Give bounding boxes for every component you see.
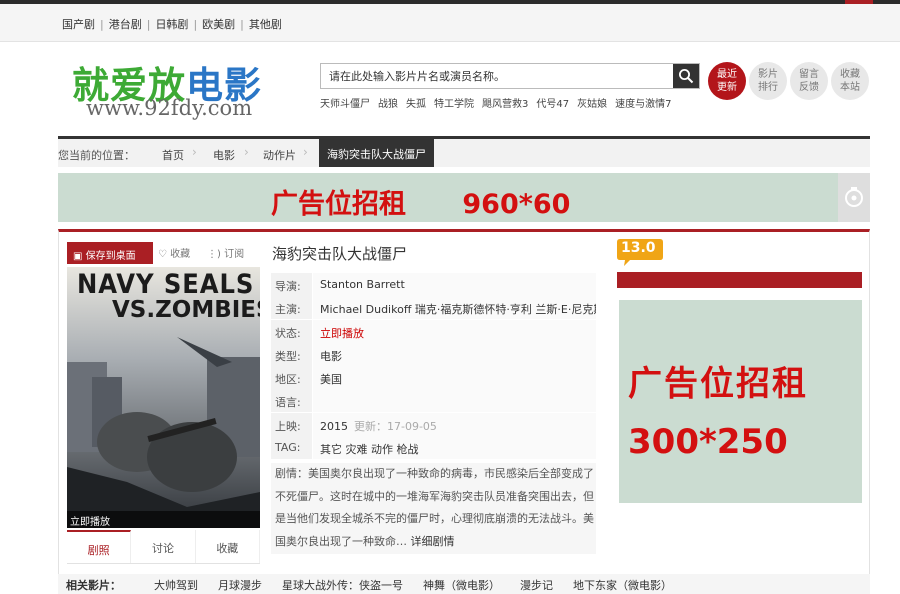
movie-title: 海豹突击队大战僵尸 (272, 245, 408, 263)
score-badge: 13.0 (616, 237, 664, 266)
hotword-link[interactable]: 天师斗僵尸 (320, 95, 370, 110)
related-movies-bar: 相关影片： 大帅驾到 月球漫步 星球大战外传：侠盗一号 神舞（微电影） 漫步记 … (58, 574, 870, 594)
related-movie-link[interactable]: 大帅驾到 (154, 577, 198, 593)
save-to-desktop-button[interactable]: ▣ 保存到桌面 (67, 242, 153, 264)
hotword-link[interactable]: 灰姑娘 (577, 95, 607, 110)
nav-item-hk-tw-drama[interactable]: 港台剧 | (109, 16, 156, 32)
hotword-link[interactable]: 特工学院 (434, 95, 474, 110)
update-date: 更新：17-09-05 (354, 419, 437, 433)
tab-collect[interactable]: 收藏 (196, 530, 260, 563)
breadcrumb-current: 海豹突击队大战僵尸 (319, 139, 434, 167)
nav-separator: | (146, 18, 151, 31)
breadcrumb: 您当前的位置： 首页 › 电影 › 动作片 › 海豹突击队大战僵尸 (58, 136, 870, 167)
related-label: 相关影片： (66, 579, 121, 592)
nav-item-jp-kr-drama[interactable]: 日韩剧 | (155, 16, 202, 32)
search-icon (679, 69, 694, 84)
info-row-type: 类型: 电影 (271, 342, 596, 367)
movie-plot: 剧情：美国奥尔良出现了一种致命的病毒，市民感染后全部变成了不死僵尸。这时在城中的… (271, 463, 596, 554)
related-movie-link[interactable]: 月球漫步 (218, 577, 262, 593)
bookmark-site-button[interactable]: 收藏 本站 (831, 62, 869, 100)
chevron-right-icon: › (192, 145, 197, 159)
movie-poster[interactable]: NAVY SEALS VS.ZOMBIES 立即播放 (67, 267, 260, 528)
breadcrumb-lead: 您当前的位置： (58, 149, 135, 162)
hotword-link[interactable]: 代号47 (536, 95, 569, 110)
heart-icon: ♡ (158, 249, 167, 260)
collect-button[interactable]: ♡ 收藏 (158, 245, 190, 260)
search-input[interactable] (321, 64, 673, 88)
nav-separator: | (240, 18, 244, 31)
play-now-link[interactable]: 立即播放 (313, 319, 596, 343)
hotword-link[interactable]: 飓风营救3 (482, 95, 528, 110)
info-row-cast: 主演: Michael Dudikoff 瑞克·福克斯德怀特·亨利 兰斯·E·尼克… (271, 296, 596, 320)
info-row-director: 导演: Stanton Barrett (271, 273, 596, 297)
site-logo[interactable]: 就爱放电影 www.92fdy.com (72, 55, 272, 125)
nav-item-domestic-drama[interactable]: 国产剧 | (62, 16, 109, 32)
hotword-link[interactable]: 失孤 (406, 95, 426, 110)
score-bar (617, 272, 862, 288)
related-movie-link[interactable]: 神舞（微电影） (423, 577, 500, 593)
feedback-button[interactable]: 留言 反馈 (790, 62, 828, 100)
chevron-right-icon: › (303, 145, 308, 159)
poster-title-line1: NAVY SEALS (77, 269, 255, 300)
breadcrumb-home[interactable]: 首页 (162, 147, 184, 163)
info-row-status: 状态: 立即播放 (271, 319, 596, 343)
breadcrumb-action[interactable]: 动作片 (263, 147, 296, 163)
top-category-nav: 国产剧 | 港台剧 | 日韩剧 | 欧美剧 | 其他剧 (0, 4, 900, 42)
movie-ranking-button[interactable]: 影片 排行 (749, 62, 787, 100)
logo-url: www.92fdy.com (86, 96, 253, 120)
related-movie-link[interactable]: 漫步记 (520, 577, 553, 593)
poster-play-label[interactable]: 立即播放 (67, 511, 260, 528)
nav-item-other-drama[interactable]: 其他剧 (249, 16, 282, 32)
ad-banner-top[interactable]: 广告位招租 960*60 (58, 173, 838, 222)
poster-tabs: 剧照 讨论 收藏 (67, 530, 260, 564)
info-row-language: 语言: (271, 389, 596, 413)
breadcrumb-movies[interactable]: 电影 (213, 147, 235, 163)
info-row-region: 地区: 美国 (271, 366, 596, 390)
info-row-release: 上映: 2015 更新：17-09-05 (271, 412, 596, 437)
ad-side-block[interactable]: 广告位招租 300*250 (619, 300, 862, 503)
hotword-link[interactable]: 战狼 (378, 95, 398, 110)
ad-side-text-line2: 300*250 (628, 422, 788, 462)
ad-banner-side-tab[interactable] (838, 173, 870, 222)
rss-icon: ⋮) (207, 249, 221, 260)
hotword-link[interactable]: 速度与激情7 (615, 95, 671, 110)
ad-badge-icon (845, 187, 863, 207)
poster-title-line2: VS.ZOMBIES (112, 297, 260, 323)
plot-more-link[interactable]: 详细剧情 (411, 535, 455, 548)
related-movie-link[interactable]: 星球大战外传：侠盗一号 (282, 577, 403, 593)
nav-separator: | (193, 18, 198, 31)
search-button[interactable] (673, 64, 699, 88)
nav-separator: | (100, 18, 104, 31)
ad-banner-text: 广告位招租 960*60 (271, 189, 571, 220)
tab-discussion[interactable]: 讨论 (131, 530, 196, 563)
ad-side-text-line1: 广告位招租 (628, 364, 808, 404)
hot-search-words: 天师斗僵尸 战狼 失孤 特工学院 飓风营救3 代号47 灰姑娘 速度与激情7 (320, 95, 671, 110)
subscribe-button[interactable]: ⋮) 订阅 (207, 245, 244, 260)
save-icon: ▣ (73, 251, 83, 262)
search-box (320, 63, 700, 89)
movie-info-table: 导演: Stanton Barrett 主演: Michael Dudikoff 瑞… (271, 273, 596, 460)
nav-item-western-drama[interactable]: 欧美剧 | (202, 16, 249, 32)
info-row-tags: TAG: 其它 灾难 动作 枪战 (271, 436, 596, 460)
latest-updates-button[interactable]: 最近 更新 (708, 62, 746, 100)
related-movie-link[interactable]: 地下东家（微电影） (573, 577, 672, 593)
tab-stills[interactable]: 剧照 (67, 530, 132, 563)
chevron-right-icon: › (244, 145, 249, 159)
